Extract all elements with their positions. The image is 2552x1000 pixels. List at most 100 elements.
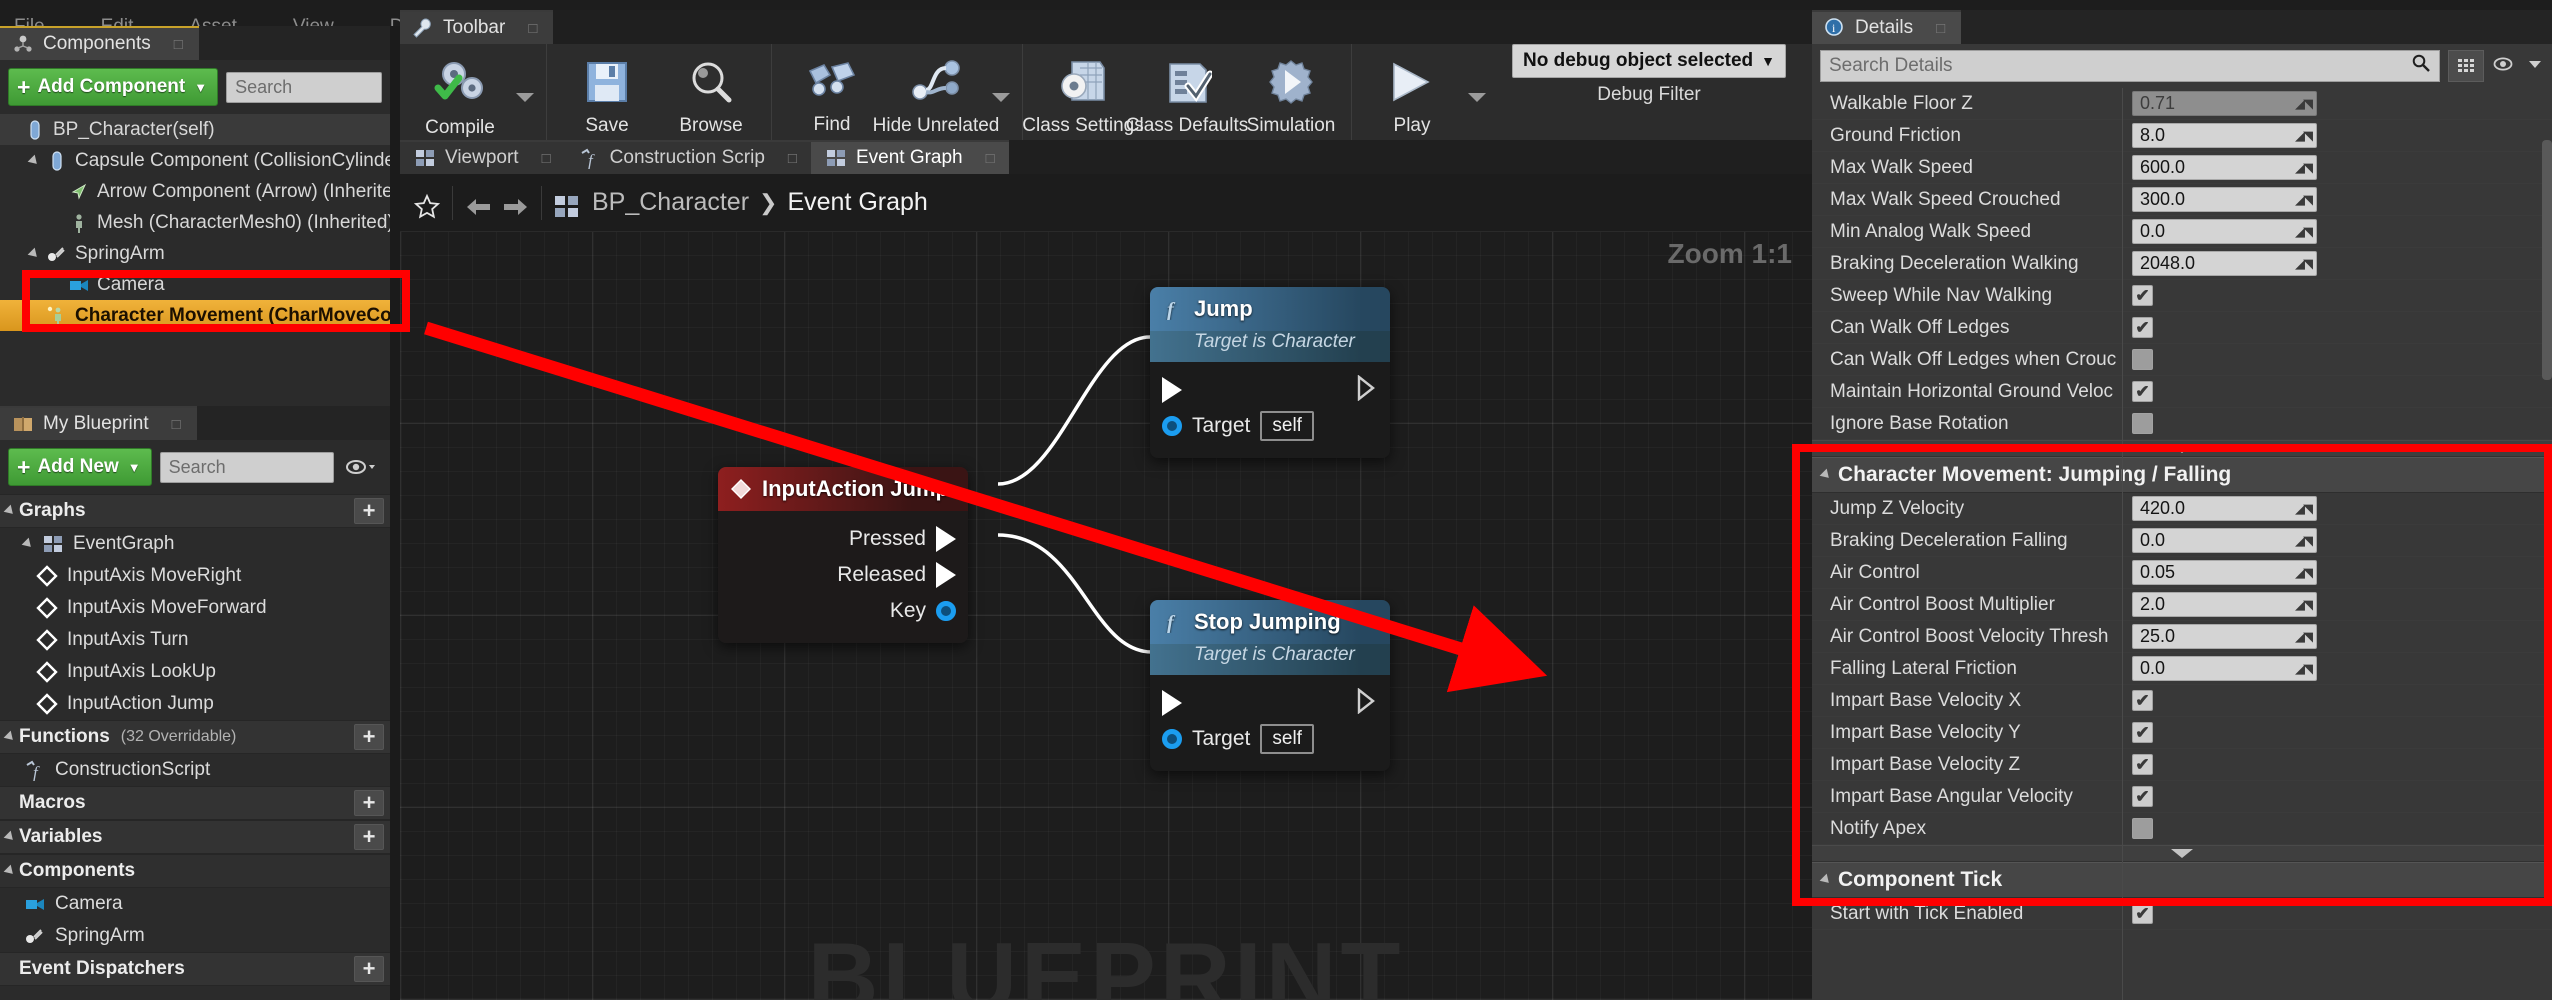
checkbox[interactable]: ✔ <box>2132 285 2153 306</box>
category-header-jumping-falling[interactable]: Character Movement: Jumping / Falling <box>1812 457 2552 493</box>
target-value[interactable]: self <box>1260 724 1314 754</box>
add-section-item-button[interactable]: + <box>354 498 384 524</box>
target-value[interactable]: self <box>1260 411 1314 441</box>
add-new-button[interactable]: + Add New ▼ <box>8 448 152 486</box>
grid-view-icon[interactable] <box>2448 50 2484 82</box>
tab-my-blueprint[interactable]: My Blueprint □ <box>0 406 197 440</box>
graph-tab-construction-scrip[interactable]: f Construction Scrip □ <box>564 140 811 174</box>
component-tree-item[interactable]: Capsule Component (CollisionCylinder) (I… <box>0 145 390 176</box>
checkbox[interactable]: ✔ <box>2132 786 2153 807</box>
my-blueprint-item[interactable]: f ConstructionScript <box>0 754 390 786</box>
data-pin-icon[interactable] <box>1162 729 1182 749</box>
tab-toolbar[interactable]: Toolbar □ <box>400 10 554 44</box>
chevron-down-icon[interactable] <box>2526 55 2544 78</box>
number-input[interactable]: 0.71 ◢◥ <box>2132 91 2317 116</box>
checkbox[interactable] <box>2132 349 2153 370</box>
my-blueprint-item[interactable]: SpringArm <box>0 920 390 952</box>
breadcrumb-current[interactable]: Event Graph <box>787 188 927 217</box>
spinner-icon[interactable]: ◢◥ <box>2295 224 2313 240</box>
node-pin-released[interactable]: Released <box>718 557 968 593</box>
details-column-separator[interactable] <box>2122 88 2123 1000</box>
spinner-icon[interactable]: ◢◥ <box>2295 597 2313 613</box>
toolbar-button-hide-unrelated[interactable]: Hide Unrelated <box>873 47 999 147</box>
spinner-icon[interactable]: ◢◥ <box>2295 629 2313 645</box>
component-tree-item[interactable]: Camera <box>0 269 390 300</box>
number-input[interactable]: 0.0 ◢◥ <box>2132 219 2317 244</box>
component-tree-item[interactable]: SpringArm <box>0 238 390 269</box>
spinner-icon[interactable]: ◢◥ <box>2295 565 2313 581</box>
details-splitter-top[interactable] <box>1812 440 2552 457</box>
graph-canvas[interactable]: Zoom 1:1 BLUEPRINT InputAction Jump Pres… <box>400 232 1812 1000</box>
back-arrow-icon[interactable] <box>463 192 497 215</box>
forward-arrow-icon[interactable] <box>497 192 531 215</box>
node-jump[interactable]: f Jump Target is Character Target self <box>1150 287 1390 458</box>
checkbox[interactable]: ✔ <box>2132 754 2153 775</box>
checkbox[interactable]: ✔ <box>2132 903 2153 924</box>
expander-icon[interactable] <box>3 504 17 518</box>
node-inputaction-jump[interactable]: InputAction Jump Pressed Released Key <box>718 467 968 643</box>
node-exec-row[interactable] <box>1150 685 1390 721</box>
expander-icon[interactable] <box>21 537 35 551</box>
data-pin-icon[interactable] <box>1162 416 1182 436</box>
exec-pin-in-icon[interactable] <box>1162 377 1182 403</box>
toolbar-button-class-defaults[interactable]: Class Defaults <box>1126 47 1248 147</box>
toolbar-button-play[interactable]: Play <box>1360 47 1464 147</box>
spinner-icon[interactable]: ◢◥ <box>2295 501 2313 517</box>
my-blueprint-item[interactable]: EventGraph <box>0 528 390 560</box>
number-input[interactable]: 0.05 ◢◥ <box>2132 560 2317 585</box>
number-input[interactable]: 25.0 ◢◥ <box>2132 624 2317 649</box>
spinner-icon[interactable]: ◢◥ <box>2295 128 2313 144</box>
my-blueprint-section-header[interactable]: Macros + <box>0 786 390 820</box>
menu-item-asset[interactable]: Asset <box>189 17 237 26</box>
breadcrumb-root[interactable]: BP_Character <box>592 188 749 217</box>
my-blueprint-item[interactable]: InputAxis LookUp <box>0 656 390 688</box>
chevron-down-icon[interactable] <box>516 92 534 102</box>
menu-item-file[interactable]: File <box>14 17 45 26</box>
component-tree-item[interactable]: Mesh (CharacterMesh0) (Inherited) <box>0 207 390 238</box>
toolbar-button-save[interactable]: Save <box>555 47 659 147</box>
close-icon[interactable]: □ <box>788 150 797 167</box>
expander-icon[interactable] <box>3 864 17 878</box>
category-header-component-tick[interactable]: Component Tick <box>1812 862 2552 898</box>
my-blueprint-item[interactable]: InputAxis Turn <box>0 624 390 656</box>
menu-item-edit[interactable]: Edit <box>101 17 134 26</box>
spinner-icon[interactable]: ◢◥ <box>2295 661 2313 677</box>
tab-details[interactable]: i Details □ <box>1812 10 1962 44</box>
node-exec-row[interactable] <box>1150 372 1390 408</box>
close-icon[interactable]: □ <box>1936 20 1945 37</box>
close-icon[interactable]: □ <box>172 416 181 433</box>
node-stop-jumping[interactable]: f Stop Jumping Target is Character Targe… <box>1150 600 1390 771</box>
star-icon[interactable] <box>412 192 442 218</box>
checkbox[interactable]: ✔ <box>2132 317 2153 338</box>
close-icon[interactable]: □ <box>174 36 183 53</box>
node-pin-key[interactable]: Key <box>718 593 968 629</box>
close-icon[interactable]: □ <box>528 20 537 37</box>
component-tree-item[interactable]: BP_Character(self) <box>0 114 390 145</box>
close-icon[interactable]: □ <box>542 150 551 167</box>
checkbox[interactable] <box>2132 413 2153 434</box>
add-section-item-button[interactable]: + <box>354 956 384 982</box>
checkbox[interactable]: ✔ <box>2132 722 2153 743</box>
node-target-row[interactable]: Target self <box>1150 721 1390 757</box>
component-tree-item[interactable]: Arrow Component (Arrow) (Inherited) <box>0 176 390 207</box>
number-input[interactable]: 8.0 ◢◥ <box>2132 123 2317 148</box>
number-input[interactable]: 2048.0 ◢◥ <box>2132 251 2317 276</box>
checkbox[interactable]: ✔ <box>2132 381 2153 402</box>
number-input[interactable]: 600.0 ◢◥ <box>2132 155 2317 180</box>
graph-tab-viewport[interactable]: Viewport □ <box>400 140 565 174</box>
number-input[interactable]: 2.0 ◢◥ <box>2132 592 2317 617</box>
expander-icon[interactable] <box>27 247 41 260</box>
expander-icon[interactable] <box>3 730 17 744</box>
search-icon[interactable] <box>2411 53 2431 79</box>
number-input[interactable]: 420.0 ◢◥ <box>2132 496 2317 521</box>
toolbar-button-find[interactable]: Find <box>780 47 884 147</box>
my-blueprint-item[interactable]: InputAction Jump <box>0 688 390 720</box>
my-blueprint-section-header[interactable]: Components <box>0 854 390 888</box>
eye-icon[interactable] <box>2492 54 2518 79</box>
node-target-row[interactable]: Target self <box>1150 408 1390 444</box>
components-search-input[interactable]: Search <box>226 71 382 103</box>
my-blueprint-item[interactable]: Camera <box>0 888 390 920</box>
my-blueprint-section-header[interactable]: Variables + <box>0 820 390 854</box>
expander-icon[interactable] <box>27 154 41 167</box>
spinner-icon[interactable]: ◢◥ <box>2295 160 2313 176</box>
